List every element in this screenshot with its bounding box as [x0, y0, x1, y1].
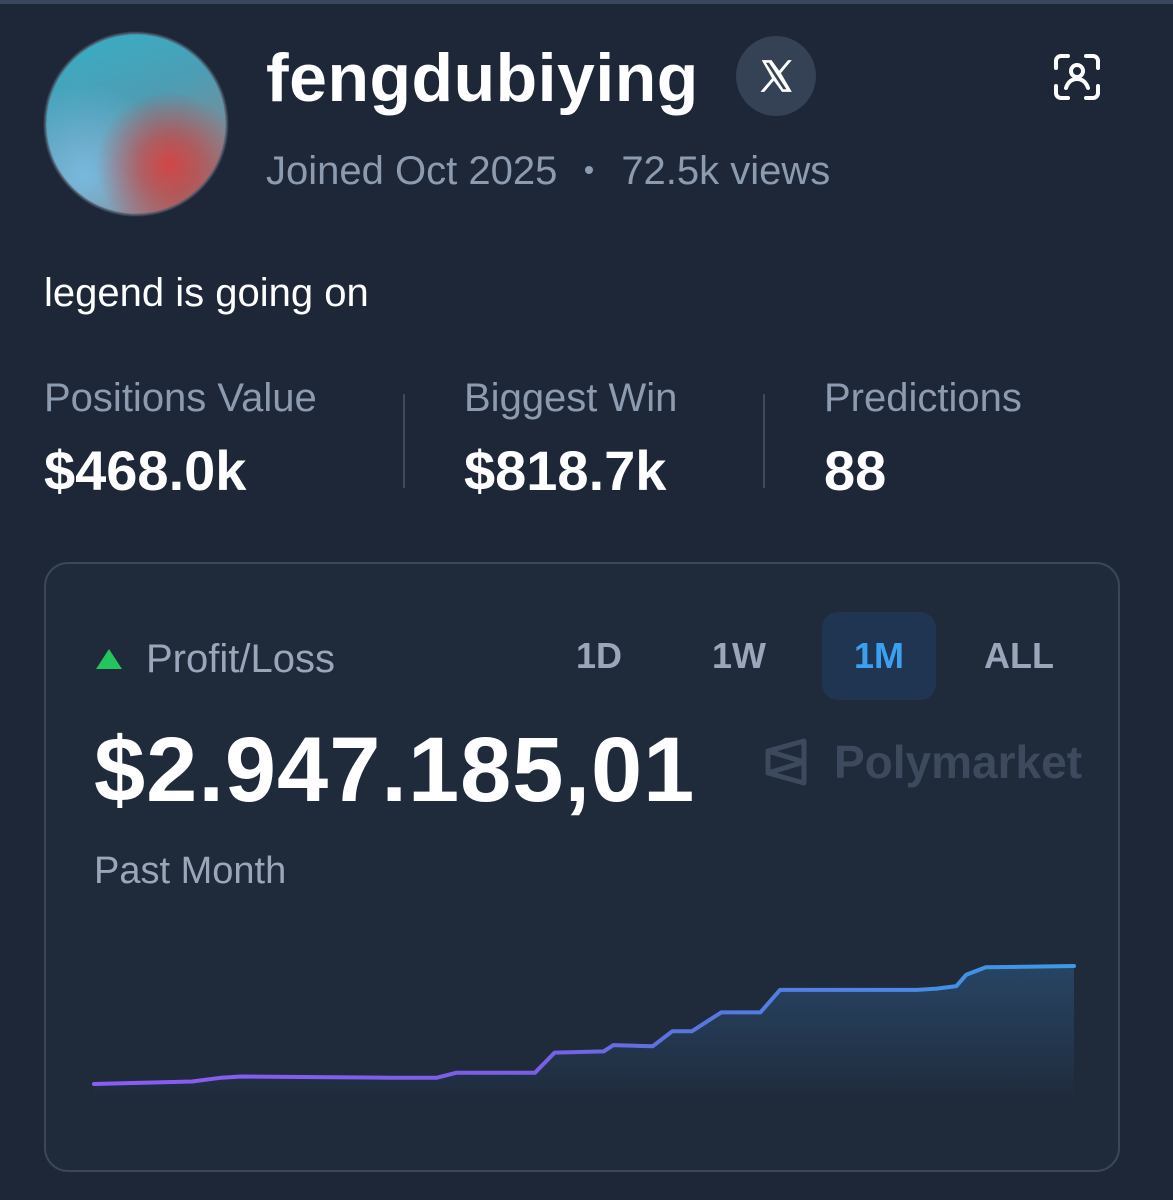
username: fengdubiying — [266, 40, 699, 116]
stat-value: $818.7k — [464, 439, 667, 502]
pnl-area — [94, 966, 1074, 1104]
x-logo-icon — [760, 60, 792, 92]
separator-dot — [585, 166, 594, 175]
stat-positions-value: Positions Value $468.0k — [44, 372, 317, 506]
stat-label: Biggest Win — [464, 376, 678, 420]
tab-1m[interactable]: 1M — [822, 612, 936, 700]
up-triangle-icon — [96, 649, 122, 669]
pnl-chart — [92, 964, 1076, 1104]
stat-value: 88 — [824, 439, 887, 502]
stat-biggest-win: Biggest Win $818.7k — [464, 372, 677, 506]
stat-predictions: Predictions 88 — [824, 372, 1022, 506]
period-tabs: 1D 1W 1M ALL — [542, 612, 1102, 700]
stat-value: $468.0k — [44, 439, 247, 502]
polymarket-logo-icon — [765, 738, 807, 786]
scan-profile-icon[interactable] — [1052, 52, 1102, 102]
bio: legend is going on — [44, 271, 369, 315]
stat-label: Positions Value — [44, 376, 317, 420]
view-count: 72.5k views — [621, 149, 831, 193]
stat-label: Predictions — [824, 376, 1022, 420]
profit-loss-card: Profit/Loss 1D 1W 1M ALL $2.947.185,01 P… — [44, 562, 1120, 1172]
period-label: Past Month — [94, 850, 287, 892]
x-profile-link[interactable] — [736, 36, 816, 116]
tab-1w[interactable]: 1W — [682, 612, 796, 700]
pnl-title: Profit/Loss — [146, 637, 335, 681]
tab-all[interactable]: ALL — [962, 612, 1076, 700]
polymarket-brand: Polymarket — [762, 732, 1082, 792]
avatar[interactable] — [44, 32, 228, 216]
pnl-amount: $2.947.185,01 — [94, 719, 696, 821]
profile-meta: Joined Oct 2025 72.5k views — [266, 146, 830, 196]
pnl-header: Profit/Loss — [96, 634, 335, 684]
stat-divider — [763, 394, 765, 488]
stat-divider — [403, 394, 405, 488]
top-divider — [0, 0, 1173, 4]
tab-1d[interactable]: 1D — [542, 612, 656, 700]
brand-name: Polymarket — [834, 736, 1083, 788]
joined-date: Joined Oct 2025 — [266, 149, 558, 193]
